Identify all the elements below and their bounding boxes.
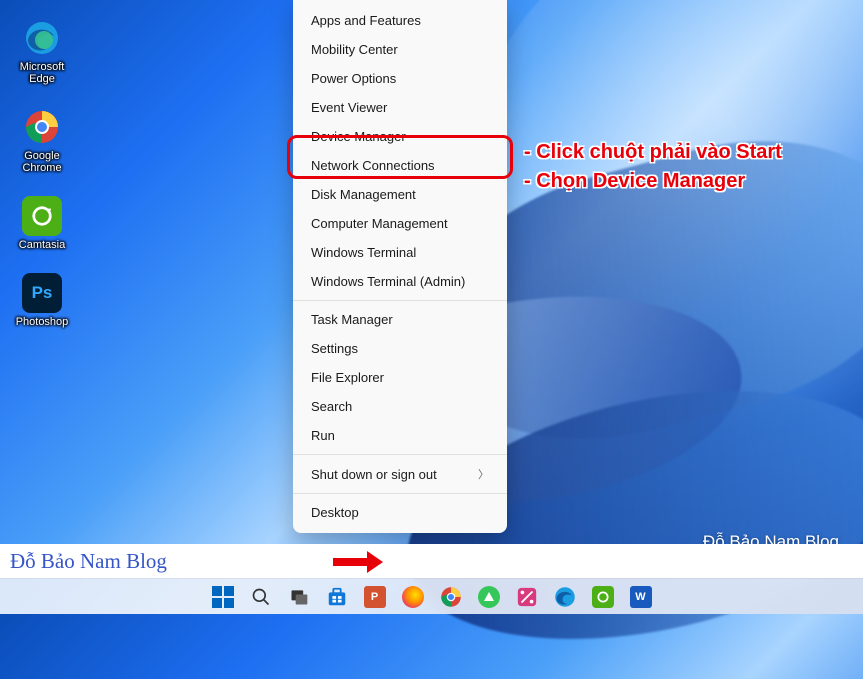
firefox-icon[interactable]	[401, 585, 425, 609]
desktop-icon-label: Google Chrome	[10, 150, 74, 174]
airdroid-icon[interactable]	[477, 585, 501, 609]
start-button[interactable]	[211, 585, 235, 609]
powerpoint-icon[interactable]: P	[363, 585, 387, 609]
menu-item-desktop[interactable]: Desktop	[293, 498, 507, 527]
camtasia-icon	[22, 196, 62, 236]
task-view-icon[interactable]	[287, 585, 311, 609]
word-icon[interactable]: W	[629, 585, 653, 609]
menu-item-task-manager[interactable]: Task Manager	[293, 305, 507, 334]
menu-item-disk-management[interactable]: Disk Management	[293, 180, 507, 209]
menu-item-computer-management[interactable]: Computer Management	[293, 209, 507, 238]
menu-item-device-manager[interactable]: Device Manager	[293, 122, 507, 151]
desktop-icon-label: Microsoft Edge	[10, 61, 74, 85]
desktop-icon-label: Camtasia	[19, 239, 65, 251]
menu-item-run[interactable]: Run	[293, 421, 507, 450]
photoshop-icon: Ps	[22, 273, 62, 313]
menu-item-event-viewer[interactable]: Event Viewer	[293, 93, 507, 122]
annotation-text: - Click chuột phải vào Start - Chọn Devi…	[524, 138, 782, 196]
menu-separator	[293, 493, 507, 494]
chrome-icon[interactable]	[439, 585, 463, 609]
desktop-icon-label: Photoshop	[16, 316, 69, 328]
desktop-icon-chrome[interactable]: Google Chrome	[10, 107, 74, 174]
taskbar: P W	[0, 578, 863, 614]
menu-item-network-connections[interactable]: Network Connections	[293, 151, 507, 180]
desktop-icon-camtasia[interactable]: Camtasia	[10, 196, 74, 251]
menu-item-windows-terminal[interactable]: Windows Terminal	[293, 238, 507, 267]
search-icon[interactable]	[249, 585, 273, 609]
blog-bar: Đỗ Bảo Nam Blog	[0, 544, 863, 578]
desktop-icons: Microsoft Edge Google Chrome Camtasia Ps…	[10, 18, 74, 329]
menu-item-file-explorer[interactable]: File Explorer	[293, 363, 507, 392]
edge-icon	[22, 18, 62, 58]
menu-item-mobility-center[interactable]: Mobility Center	[293, 35, 507, 64]
menu-item-settings[interactable]: Settings	[293, 334, 507, 363]
desktop-icon-photoshop[interactable]: Ps Photoshop	[10, 273, 74, 328]
winx-context-menu: Apps and Features Mobility Center Power …	[293, 0, 507, 533]
chrome-icon	[22, 107, 62, 147]
menu-separator	[293, 300, 507, 301]
menu-item-apps-features[interactable]: Apps and Features	[293, 6, 507, 35]
menu-separator	[293, 454, 507, 455]
camtasia-icon[interactable]	[591, 585, 615, 609]
annotation-arrow	[333, 551, 383, 573]
desktop-icon-edge[interactable]: Microsoft Edge	[10, 18, 74, 85]
menu-item-shutdown-signout[interactable]: Shut down or sign out 〉	[293, 459, 507, 489]
menu-item-search[interactable]: Search	[293, 392, 507, 421]
chevron-right-icon: 〉	[478, 466, 489, 482]
microsoft-store-icon[interactable]	[325, 585, 349, 609]
edge-icon[interactable]	[553, 585, 577, 609]
menu-item-windows-terminal-admin[interactable]: Windows Terminal (Admin)	[293, 267, 507, 296]
snip-sketch-icon[interactable]	[515, 585, 539, 609]
menu-item-power-options[interactable]: Power Options	[293, 64, 507, 93]
